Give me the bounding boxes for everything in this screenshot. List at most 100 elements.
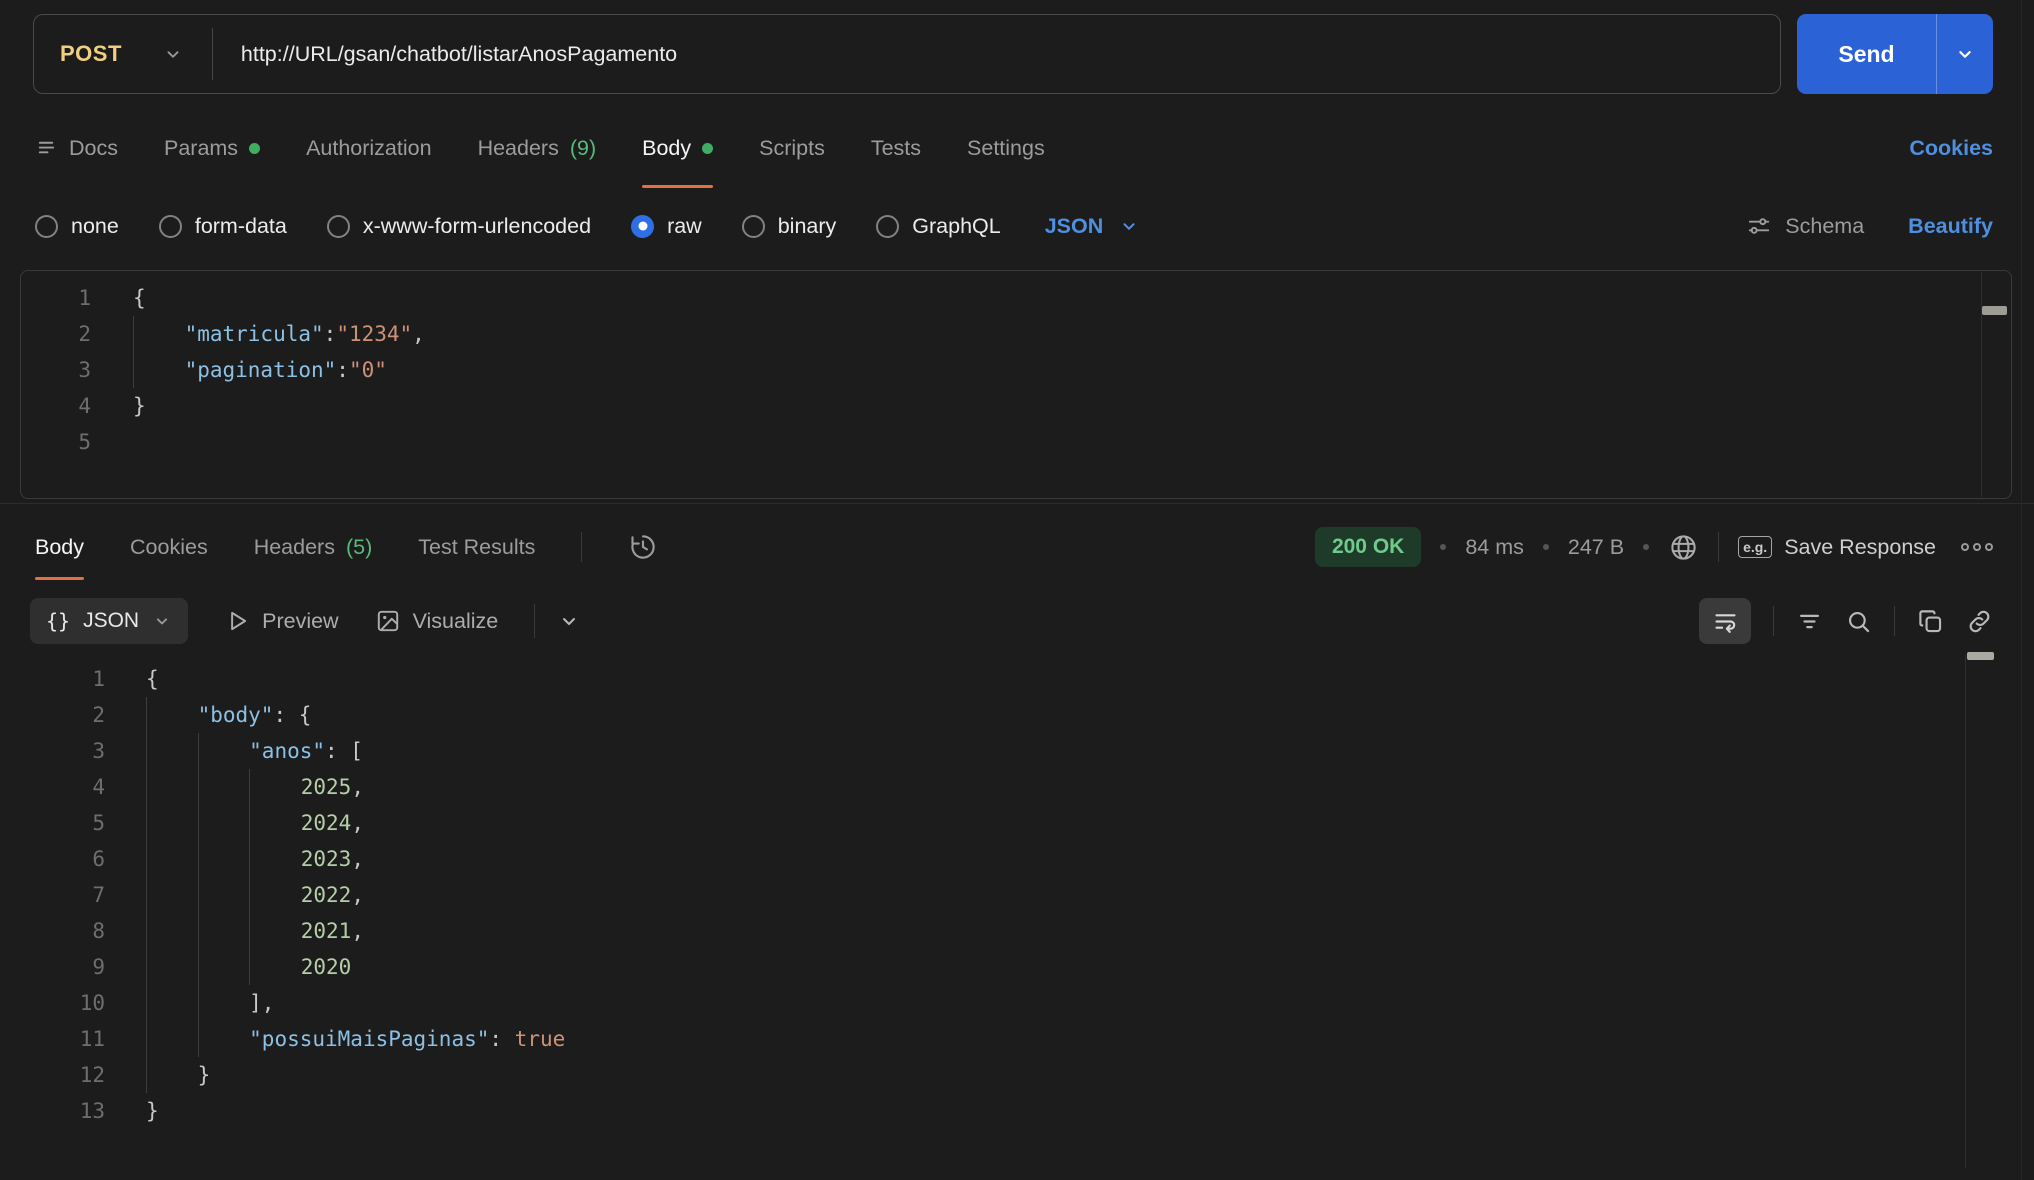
format-chevron-down-icon [152,611,172,631]
save-response-button[interactable]: e.g. Save Response [1738,535,1936,560]
response-scrollbar-track [1965,655,1966,1168]
body-type-options: none form-data x-www-form-urlencoded raw… [35,214,1140,239]
send-button[interactable]: Send [1797,14,1936,94]
visualize-button[interactable]: Visualize [375,608,499,634]
radio-graphql-label: GraphQL [912,214,1000,239]
search-icon[interactable] [1845,608,1872,635]
code-line: 10 ], [0,985,2034,1021]
request-body-code: 1{2 "matricula":"1234",3 "pagination":"0… [21,280,2011,460]
response-tab-test-results[interactable]: Test Results [418,504,535,590]
tab-authorization-label: Authorization [306,136,432,161]
response-status-bar: 200 OK 84 ms 247 B e.g. Save Response [1315,504,1993,590]
tab-body-label: Body [642,136,691,161]
code-line: 2 "body": { [0,697,2034,733]
code-line: 11 "possuiMaisPaginas": true [0,1021,2034,1057]
response-body-code: 1{2 "body": {3 "anos": [4 2025,5 2024,6 … [0,661,2034,1129]
tab-docs[interactable]: Docs [35,108,118,188]
url-input-container[interactable]: POST http://URL/gsan/chatbot/listarAnosP… [33,14,1781,94]
tab-settings[interactable]: Settings [967,108,1045,188]
line-number: 5 [0,805,105,841]
response-toolbar: {} JSON Preview Visualize [0,590,2034,652]
code-line: 3 "pagination":"0" [21,352,2011,388]
response-tab-headers-label: Headers [254,535,335,560]
line-number: 1 [21,280,91,316]
code-line: 4} [21,388,2011,424]
language-select-value: JSON [1045,214,1104,239]
method-selector[interactable]: POST [34,41,122,67]
line-number: 5 [21,424,91,460]
language-select[interactable]: JSON [1045,214,1141,239]
beautify-button[interactable]: Beautify [1908,214,1993,239]
body-type-bar: none form-data x-www-form-urlencoded raw… [35,200,1993,252]
radio-form-data[interactable]: form-data [159,214,287,239]
radio-x-www-form-urlencoded[interactable]: x-www-form-urlencoded [327,214,591,239]
radio-binary[interactable]: binary [742,214,837,239]
response-history-icon[interactable] [628,532,658,562]
line-number: 8 [0,913,105,949]
radio-raw[interactable]: raw [631,214,702,239]
network-globe-icon[interactable] [1668,532,1699,563]
line-number: 2 [0,697,105,733]
preview-button[interactable]: Preview [224,608,338,634]
response-tab-cookies-label: Cookies [130,535,208,560]
body-type-actions: Schema Beautify [1746,213,1993,239]
sliders-icon [1746,213,1772,239]
code-line: 8 2021, [0,913,2034,949]
line-number: 7 [0,877,105,913]
line-number: 3 [21,352,91,388]
tab-body[interactable]: Body [642,108,713,188]
send-options-chevron-icon[interactable] [1936,14,1993,94]
url-input[interactable]: http://URL/gsan/chatbot/listarAnosPagame… [241,42,677,67]
braces-icon: {} [46,609,70,633]
response-scrollbar-thumb[interactable] [1967,652,1994,660]
radio-raw-label: raw [667,214,702,239]
tab-headers[interactable]: Headers (9) [478,108,597,188]
more-options-icon[interactable] [1961,543,1993,551]
response-time[interactable]: 84 ms [1465,535,1524,560]
tab-settings-label: Settings [967,136,1045,161]
wrap-text-button[interactable] [1699,598,1751,644]
code-line: 6 2023, [0,841,2034,877]
line-number: 9 [0,949,105,985]
more-views-chevron-icon[interactable] [557,609,581,633]
tab-tests[interactable]: Tests [871,108,921,188]
status-code-badge[interactable]: 200 OK [1315,527,1421,567]
headers-count: (9) [570,136,596,161]
response-tab-headers[interactable]: Headers (5) [254,504,373,590]
response-tab-test-results-label: Test Results [418,535,535,560]
response-size[interactable]: 247 B [1568,535,1624,560]
request-editor-scrollbar-thumb[interactable] [1982,306,2007,315]
line-number: 3 [0,733,105,769]
response-tabs-divider [581,532,582,562]
line-number: 10 [0,985,105,1021]
request-body-editor[interactable]: 1{2 "matricula":"1234",3 "pagination":"0… [20,270,2012,499]
play-icon [224,608,250,634]
code-line: 1{ [21,280,2011,316]
code-line: 3 "anos": [ [0,733,2034,769]
request-tabs: Docs Params Authorization Headers (9) Bo… [35,108,1045,188]
tab-authorization[interactable]: Authorization [306,108,432,188]
radio-none[interactable]: none [35,214,119,239]
response-body-viewer[interactable]: 1{2 "body": {3 "anos": [4 2025,5 2024,6 … [0,652,2034,1168]
example-icon: e.g. [1738,536,1772,558]
separator-dot [1643,544,1649,550]
tab-tests-label: Tests [871,136,921,161]
line-number: 12 [0,1057,105,1093]
filter-icon[interactable] [1796,608,1823,635]
response-tab-body[interactable]: Body [35,504,84,590]
copy-icon[interactable] [1917,608,1944,635]
link-icon[interactable] [1966,608,1993,635]
radio-graphql[interactable]: GraphQL [876,214,1000,239]
response-format-select[interactable]: {} JSON [30,598,188,644]
tab-params[interactable]: Params [164,108,260,188]
code-line: 5 2024, [0,805,2034,841]
radio-graphql-circle [876,215,899,238]
tab-scripts[interactable]: Scripts [759,108,825,188]
response-tab-cookies[interactable]: Cookies [130,504,208,590]
radio-urlencoded-label: x-www-form-urlencoded [363,214,591,239]
method-chevron-down-icon[interactable] [162,43,184,65]
schema-button[interactable]: Schema [1746,213,1864,239]
request-tabs-bar: Docs Params Authorization Headers (9) Bo… [35,108,1993,188]
cookies-link[interactable]: Cookies [1909,136,1993,161]
toolbar-divider [534,604,535,638]
